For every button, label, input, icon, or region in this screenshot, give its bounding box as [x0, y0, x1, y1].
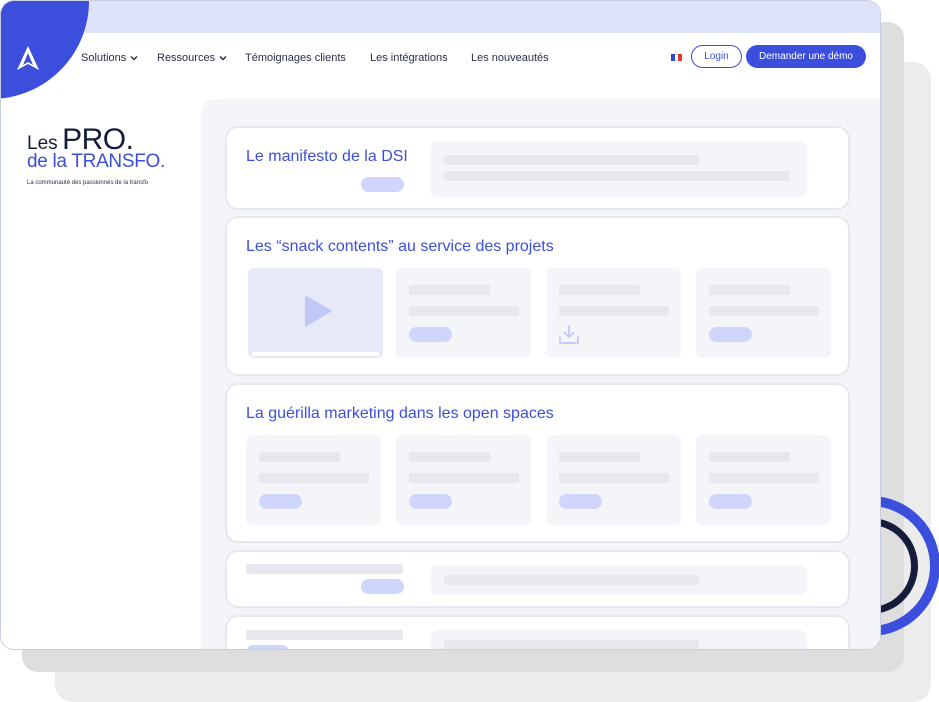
- content-tile[interactable]: [396, 268, 531, 358]
- download-icon: [559, 325, 579, 344]
- card-title: Les “snack contents” au service des proj…: [246, 238, 554, 255]
- play-icon: [305, 295, 332, 327]
- language-flag-fr[interactable]: [671, 54, 683, 61]
- placeholder-line: [559, 306, 669, 316]
- sidebar: Les PRO. de la TRANSFO. La communauté de…: [1, 99, 201, 649]
- card-snack-contents[interactable]: Les “snack contents” au service des proj…: [225, 216, 850, 376]
- placeholder-line: [444, 155, 699, 165]
- nav-item-nouveautes[interactable]: Les nouveautés: [471, 52, 549, 64]
- card-manifesto[interactable]: Le manifesto de la DSI: [225, 126, 850, 210]
- placeholder-tag: [709, 494, 752, 509]
- nav-item-label: Les nouveautés: [471, 52, 549, 64]
- flag-stripe-red: [678, 54, 683, 61]
- placeholder-line: [409, 306, 519, 316]
- arrow-logo-icon: [17, 46, 39, 70]
- card-skeleton[interactable]: [225, 615, 850, 649]
- placeholder-line: [559, 473, 669, 483]
- placeholder-line: [444, 171, 790, 181]
- placeholder-line: [444, 575, 699, 585]
- placeholder-line: [409, 452, 490, 462]
- placeholder-line: [709, 285, 790, 295]
- placeholder-line: [444, 640, 699, 649]
- placeholder-line: [409, 473, 519, 483]
- video-tile[interactable]: [248, 268, 383, 358]
- window-titlebar: [1, 1, 880, 33]
- card-title: La guérilla marketing dans les open spac…: [246, 405, 554, 422]
- placeholder-tag: [409, 494, 452, 509]
- placeholder-tag: [409, 327, 452, 342]
- chevron-down-icon: [130, 55, 138, 61]
- login-button[interactable]: Login: [691, 45, 742, 68]
- placeholder-line: [246, 564, 403, 574]
- brand-tagline: La communauté des passionnés de la trans…: [27, 180, 149, 186]
- nav-item-label: Ressources: [157, 52, 216, 64]
- brand-title-line2: de la TRANSFO.: [27, 151, 165, 172]
- placeholder-line: [259, 473, 369, 483]
- card-title: Le manifesto de la DSI: [246, 148, 408, 165]
- content-tile[interactable]: [396, 435, 531, 525]
- placeholder-panel: [430, 565, 807, 595]
- placeholder-tag: [361, 177, 404, 192]
- placeholder-line: [409, 285, 490, 295]
- request-demo-button[interactable]: Demander une démo: [746, 45, 866, 68]
- nav-item-ressources[interactable]: Ressources: [157, 52, 227, 64]
- placeholder-line: [559, 452, 640, 462]
- placeholder-tag: [709, 327, 752, 342]
- download-tile[interactable]: [546, 268, 681, 358]
- chevron-down-icon: [219, 55, 227, 61]
- placeholder-line: [559, 285, 640, 295]
- nav-item-temoignages[interactable]: Témoignages clients: [245, 52, 346, 64]
- site-navbar: Solutions Ressources Témoignages clients…: [1, 1, 880, 99]
- placeholder-line: [709, 306, 819, 316]
- placeholder-line: [246, 630, 403, 640]
- placeholder-tag: [361, 579, 404, 594]
- nav-item-label: Témoignages clients: [245, 52, 346, 64]
- content-tile[interactable]: [246, 435, 381, 525]
- content-tile[interactable]: [696, 435, 831, 525]
- card-guerilla-marketing[interactable]: La guérilla marketing dans les open spac…: [225, 383, 850, 543]
- placeholder-tag: [246, 645, 289, 649]
- nav-item-label: Les intégrations: [370, 52, 448, 64]
- placeholder-line: [259, 452, 340, 462]
- video-progress-bar: [252, 352, 379, 356]
- browser-window: Solutions Ressources Témoignages clients…: [0, 0, 881, 650]
- placeholder-panel: [430, 630, 807, 649]
- content-tile[interactable]: [546, 435, 681, 525]
- content-tile[interactable]: [696, 268, 831, 358]
- nav-item-integrations[interactable]: Les intégrations: [370, 52, 448, 64]
- nav-item-solutions[interactable]: Solutions: [81, 52, 138, 64]
- card-skeleton[interactable]: [225, 550, 850, 608]
- placeholder-tag: [559, 494, 602, 509]
- placeholder-panel: [430, 141, 807, 197]
- placeholder-line: [709, 473, 819, 483]
- placeholder-line: [709, 452, 790, 462]
- placeholder-tag: [259, 494, 302, 509]
- nav-item-label: Solutions: [81, 52, 127, 64]
- main-content: Le manifesto de la DSI Les “snack conten…: [201, 99, 880, 649]
- logo-badge[interactable]: [1, 1, 89, 99]
